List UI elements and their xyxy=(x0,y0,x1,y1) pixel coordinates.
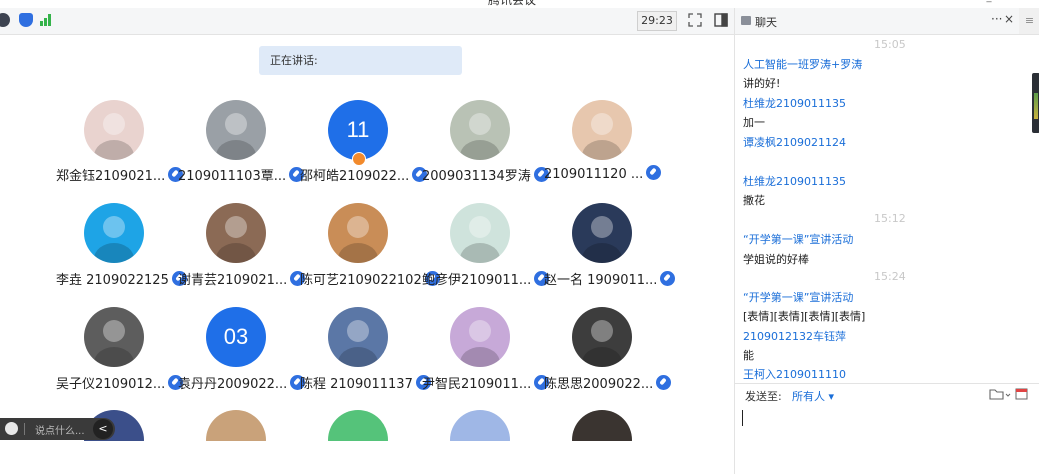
mic-muted-icon xyxy=(660,271,676,286)
participant-name-text: 2009031134罗涛 xyxy=(422,169,531,184)
participant-avatar[interactable]: 11 xyxy=(328,100,388,160)
participant-name: 陈思思2009022... xyxy=(544,373,672,392)
participant-name: 陈可艺2109022102 xyxy=(300,269,440,288)
participant-avatar[interactable] xyxy=(450,203,510,263)
chat-body: 撒花 xyxy=(743,194,765,207)
grid-bottom-edge xyxy=(0,441,734,474)
menu-icon[interactable]: ≡ xyxy=(1019,8,1039,35)
participant-name: 2009031134罗涛 xyxy=(422,165,549,184)
quick-chat-pill[interactable]: 说点什么... < xyxy=(0,418,115,440)
participant-name: 袁丹丹2009022... xyxy=(178,373,306,392)
chat-body: [表情][表情][表情][表情] xyxy=(743,310,866,323)
more-options-button[interactable]: ··· xyxy=(991,12,1002,26)
participant-name: 吴子仪2109012... xyxy=(56,373,184,392)
chat-body: 能 xyxy=(743,349,754,362)
send-to-select[interactable]: 所有人 ▾ xyxy=(792,388,834,404)
chat-sender[interactable]: “开学第一课”宣讲活动 xyxy=(743,231,853,247)
chat-time: 15:24 xyxy=(874,270,906,283)
chat-sender[interactable]: 谭凌枫2109021124 xyxy=(743,134,846,150)
participant-name: 2109011120 ... xyxy=(544,165,662,182)
participant-name-text: 鲍彦伊2109011... xyxy=(422,273,532,288)
participant-avatar[interactable] xyxy=(328,307,388,367)
mic-muted-icon xyxy=(656,375,672,390)
participant-name-text: 赵一名 1909011... xyxy=(544,273,658,288)
participant-name-text: 袁丹丹2009022... xyxy=(178,377,288,392)
participant-name-text: 尹智民2109011... xyxy=(422,377,532,392)
chat-sender[interactable]: 2109012132车钰萍 xyxy=(743,328,846,344)
divider xyxy=(24,423,25,435)
participant-name-text: 陈思思2009022... xyxy=(544,377,654,392)
chat-time: 15:12 xyxy=(874,212,906,225)
participant-name-text: 邵柯皓2109022... xyxy=(300,169,410,184)
window-controls[interactable]: _ × xyxy=(986,0,1033,3)
host-badge-icon xyxy=(352,152,366,166)
participant-name-text: 陈可艺2109022102 xyxy=(300,273,422,288)
chevron-left-icon[interactable]: < xyxy=(93,419,113,439)
participant-name-text: 谢青芸2109021... xyxy=(178,273,288,288)
participant-avatar[interactable] xyxy=(206,100,266,160)
chat-tools xyxy=(989,386,1029,402)
chat-sender[interactable]: 杜维龙2109011135 xyxy=(743,173,846,189)
participant-name: 郑金钰2109021... xyxy=(56,165,184,184)
participant-name: 赵一名 1909011... xyxy=(544,269,676,288)
mic-muted-icon xyxy=(646,165,662,180)
participant-name: 邵柯皓2109022... xyxy=(300,165,428,184)
chat-body: 加一 xyxy=(743,116,765,129)
volume-meter xyxy=(1034,93,1038,119)
chat-messages: 15:05 人工智能一班罗涛+罗涛 讲的好! 杜维龙2109011135 加一谭凌枫21… xyxy=(735,36,1031,383)
participant-avatar[interactable] xyxy=(84,307,144,367)
participant-avatar[interactable]: 03 xyxy=(206,307,266,367)
participant-avatar[interactable] xyxy=(328,203,388,263)
participant-name-text: 郑金钰2109021... xyxy=(56,169,166,184)
participant-name: 李垚 2109022125 xyxy=(56,269,187,288)
quick-chat-placeholder[interactable]: 说点什么... xyxy=(35,422,85,437)
participant-name-text: 2109011103覃... xyxy=(178,169,287,184)
participant-grid: 郑金钰2109021... 2109011103覃... 11 邵柯皓2109022.… xyxy=(0,0,734,474)
participant-avatar[interactable] xyxy=(572,203,632,263)
participant-avatar[interactable] xyxy=(572,307,632,367)
chat-header: 聊天 ··· × xyxy=(735,8,1019,35)
chat-body: 讲的好! xyxy=(743,77,781,90)
participant-name-text: 李垚 2109022125 xyxy=(56,273,169,288)
chat-time: 15:05 xyxy=(874,38,906,51)
participant-name: 陈程 2109011137 xyxy=(300,373,431,392)
participant-avatar[interactable] xyxy=(450,307,510,367)
participant-avatar[interactable] xyxy=(450,100,510,160)
chat-body: 学姐说的好棒 xyxy=(743,253,809,266)
participant-name-text: 2109011120 ... xyxy=(544,167,644,182)
participant-avatar[interactable] xyxy=(206,203,266,263)
chat-title: 聊天 xyxy=(755,16,777,29)
participant-name: 鲍彦伊2109011... xyxy=(422,269,550,288)
chat-sender[interactable]: 王柯入2109011110 xyxy=(743,366,846,382)
chat-sender[interactable]: 人工智能一班罗涛+罗涛 xyxy=(743,56,862,72)
smiley-icon[interactable] xyxy=(5,422,18,435)
participant-avatar[interactable] xyxy=(84,100,144,160)
participant-avatar[interactable] xyxy=(572,100,632,160)
participant-name-text: 吴子仪2109012... xyxy=(56,377,166,392)
chat-scrollbar[interactable] xyxy=(1032,73,1039,133)
folder-icon[interactable] xyxy=(989,386,1029,402)
participant-name: 谢青芸2109021... xyxy=(178,269,306,288)
chat-icon xyxy=(741,16,751,25)
participant-name: 尹智民2109011... xyxy=(422,373,550,392)
send-area: 发送至: 所有人 ▾ xyxy=(735,383,1039,475)
send-to-label: 发送至: xyxy=(745,390,782,403)
chat-input-cursor[interactable] xyxy=(742,410,743,426)
participant-name: 2109011103覃... xyxy=(178,165,305,184)
chat-sender[interactable]: “开学第一课”宣讲活动 xyxy=(743,289,853,305)
chat-panel: 聊天 ··· × ≡ 15:05 人工智能一班罗涛+罗涛 讲的好! 杜维龙210901… xyxy=(734,8,1039,475)
chat-sender[interactable]: 杜维龙2109011135 xyxy=(743,95,846,111)
close-chat-button[interactable]: × xyxy=(1004,12,1014,26)
participant-avatar[interactable] xyxy=(84,203,144,263)
participant-name-text: 陈程 2109011137 xyxy=(300,377,413,392)
